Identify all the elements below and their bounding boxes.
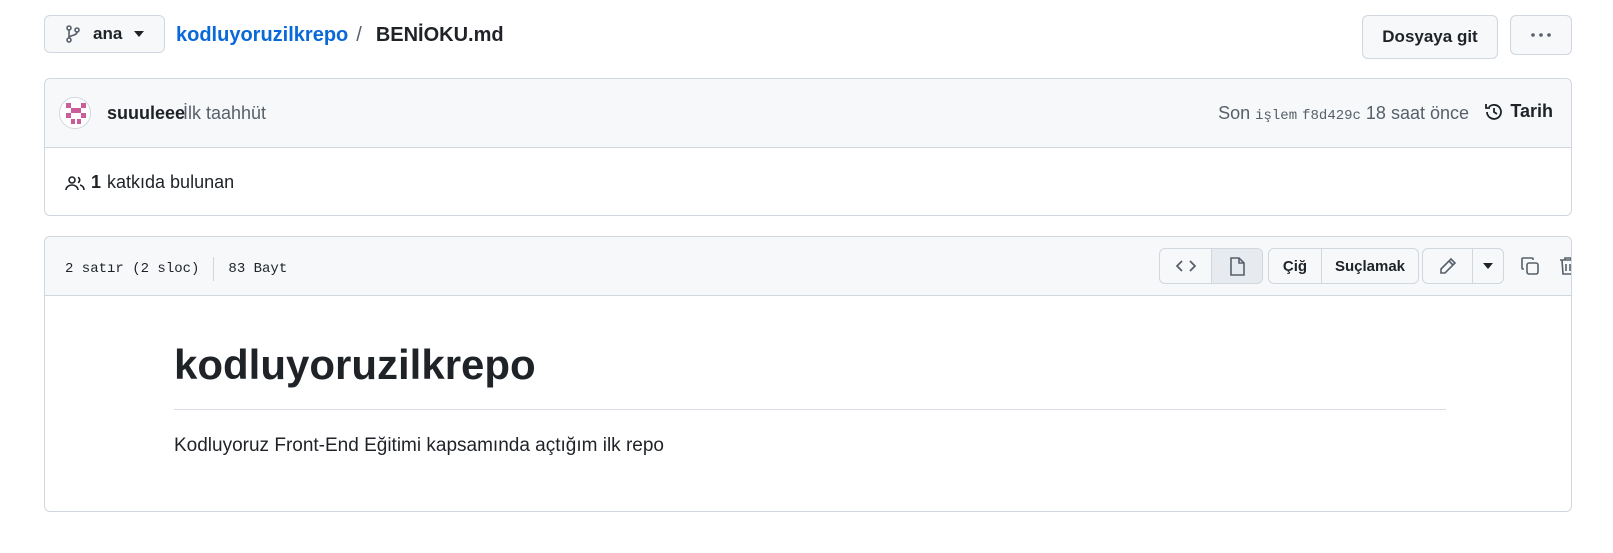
heading-divider [174, 409, 1446, 410]
contributors-count: 1 [91, 172, 102, 192]
edit-group [1422, 248, 1504, 284]
code-view-button[interactable] [1160, 249, 1212, 283]
breadcrumb: kodluyoruzilkrepo / BENİOKU.md [176, 24, 504, 47]
goto-file-button[interactable]: Dosyaya git [1362, 15, 1498, 59]
history-icon [1484, 102, 1504, 122]
file-box: 2 satır (2 sloc) 83 Bayt Çiğ Suçlamak ko… [44, 236, 1572, 512]
repo-link[interactable]: kodluyoruzilkrepo [176, 24, 348, 47]
breadcrumb-separator: / [356, 24, 362, 46]
contributors[interactable]: 1 katkıda bulunan [65, 172, 234, 193]
readme-title: kodluyoruzilkrepo [174, 341, 536, 388]
code-icon [1175, 260, 1196, 272]
copy-icon [1521, 257, 1539, 275]
raw-blame-group: Çiğ Suçlamak [1268, 248, 1419, 284]
history-link[interactable]: Tarih [1484, 101, 1553, 122]
info-divider [213, 257, 215, 281]
trash-icon [1560, 257, 1571, 275]
edit-button[interactable] [1423, 249, 1473, 283]
pencil-icon [1439, 257, 1456, 274]
git-branch-icon [65, 25, 81, 43]
people-icon [65, 175, 85, 191]
blame-button[interactable]: Suçlamak [1322, 249, 1418, 283]
edit-options-button[interactable] [1473, 249, 1503, 283]
last-commit-label: Son [1218, 103, 1251, 123]
more-options-button[interactable] [1510, 15, 1572, 55]
file-header: 2 satır (2 sloc) 83 Bayt Çiğ Suçlamak [45, 237, 1571, 296]
contributors-label: katkıda bulunan [107, 172, 235, 192]
caret-down-icon [1483, 263, 1493, 269]
last-commit-info: Son işlem f8d429c 18 saat önce [1218, 103, 1469, 124]
view-toggle [1159, 248, 1263, 284]
kebab-horizontal-icon [1531, 33, 1551, 37]
file-icon [1230, 256, 1245, 276]
last-commit-word: işlem [1255, 108, 1298, 124]
caret-down-icon [134, 31, 145, 37]
file-size: 83 Bayt [228, 261, 288, 277]
readme-paragraph: Kodluyoruz Front-End Eğitimi kapsamında … [174, 435, 664, 456]
raw-button[interactable]: Çiğ [1269, 249, 1322, 283]
commit-time: 18 saat önce [1365, 103, 1469, 123]
branch-select-button[interactable]: ana [44, 15, 165, 53]
identicon-icon [60, 98, 90, 128]
commit-author[interactable]: suuuleee [107, 103, 185, 124]
branch-name: ana [93, 24, 123, 43]
file-name: BENİOKU.md [375, 24, 504, 46]
commit-message[interactable]: İlk taahhüt [183, 103, 266, 124]
history-label: Tarih [1510, 101, 1553, 121]
avatar[interactable] [59, 97, 91, 129]
commit-box: suuuleee İlk taahhüt Son işlem f8d429c 1… [44, 78, 1572, 216]
delete-button[interactable] [1553, 251, 1571, 281]
copy-button[interactable] [1515, 251, 1545, 281]
file-info: 2 satır (2 sloc) 83 Bayt [65, 257, 287, 281]
file-lines: 2 satır (2 sloc) [65, 261, 200, 277]
commit-hash[interactable]: f8d429c [1302, 108, 1361, 124]
preview-view-button[interactable] [1212, 249, 1262, 283]
commit-header: suuuleee İlk taahhüt Son işlem f8d429c 1… [45, 79, 1571, 148]
